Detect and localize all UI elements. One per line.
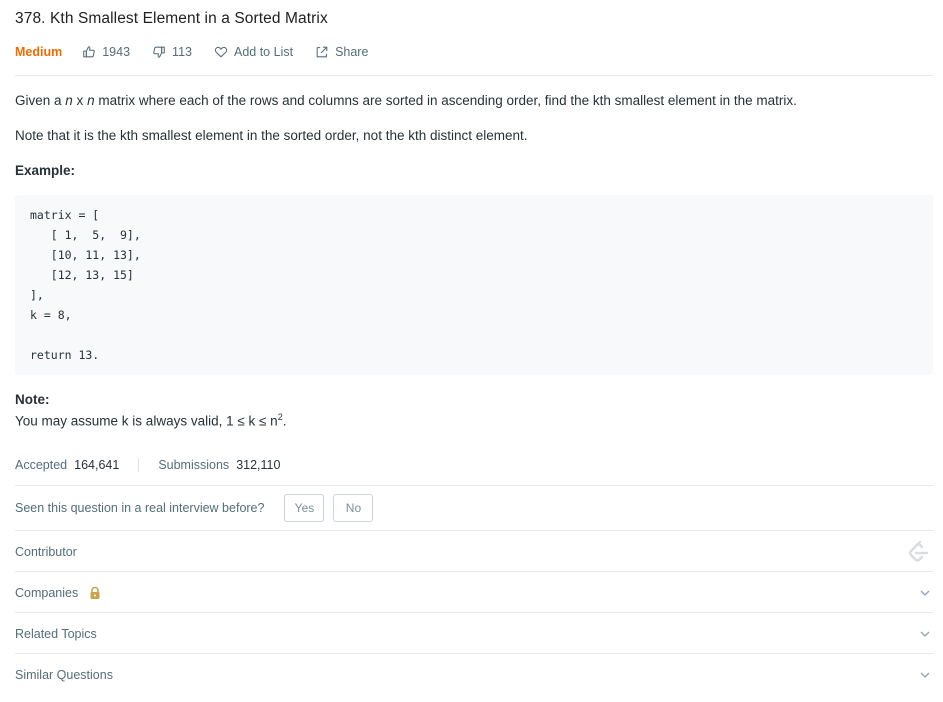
example-code-block: matrix = [ [ 1, 5, 9], [10, 11, 13], [12… <box>15 195 933 375</box>
add-to-list-button[interactable]: Add to List <box>214 45 293 59</box>
example-heading: Example: <box>15 163 76 178</box>
thumbs-up-icon <box>83 46 95 58</box>
companies-expand[interactable] <box>919 573 931 613</box>
similar-questions-expand[interactable] <box>919 655 931 695</box>
accepted-label: Accepted <box>15 458 68 472</box>
interview-yes-button[interactable]: Yes <box>284 494 325 522</box>
companies-section[interactable]: Companies <box>15 573 933 613</box>
leetcode-logo-icon <box>908 540 929 562</box>
divider <box>15 612 933 613</box>
contributor-avatar[interactable] <box>905 532 931 572</box>
share-label: Share <box>335 45 369 59</box>
share-button[interactable]: Share <box>315 45 368 59</box>
dislike-count: 113 <box>172 45 192 59</box>
desc-text: matrix where each of the rows and column… <box>94 93 797 108</box>
accepted-value: 164,641 <box>74 458 120 472</box>
note-heading: Note: <box>15 392 50 407</box>
companies-label: Companies <box>15 586 79 600</box>
divider <box>15 485 933 486</box>
desc-text: Given a <box>15 93 66 108</box>
desc-var-n: n <box>87 93 95 108</box>
similar-questions-label: Similar Questions <box>15 668 113 682</box>
chevron-down-icon <box>920 590 930 596</box>
interview-no-button[interactable]: No <box>333 494 374 522</box>
divider <box>15 571 933 572</box>
example-code: matrix = [ [ 1, 5, 9], [10, 11, 13], [12… <box>30 208 141 362</box>
desc-text: x <box>72 93 88 108</box>
submissions-label: Submissions <box>158 458 230 472</box>
chevron-down-icon <box>920 672 930 678</box>
dislike-button[interactable]: 113 <box>152 45 192 59</box>
related-topics-expand[interactable] <box>919 614 931 654</box>
related-topics-label: Related Topics <box>15 627 97 641</box>
similar-questions-section[interactable]: Similar Questions <box>15 655 933 695</box>
difficulty-badge: Medium <box>15 45 63 59</box>
lock-icon <box>88 586 102 600</box>
note-body: You may assume k is always valid, 1 ≤ k … <box>15 413 278 429</box>
contributor-label: Contributor <box>15 545 77 559</box>
problem-title: 378. Kth Smallest Element in a Sorted Ma… <box>15 10 328 27</box>
divider <box>15 530 933 531</box>
related-topics-section[interactable]: Related Topics <box>15 614 933 654</box>
interview-question-text: Seen this question in a real interview b… <box>15 501 265 515</box>
submission-stats: Accepted 164,641 Submissions 312,110 <box>15 457 280 473</box>
divider <box>15 75 933 76</box>
note-text: You may assume k is always valid, 1 ≤ k … <box>15 412 286 429</box>
like-count: 1943 <box>102 45 131 59</box>
share-icon <box>316 46 328 58</box>
contributor-section[interactable]: Contributor <box>15 532 933 572</box>
problem-meta-bar: Medium 1943 113 Add to List Share <box>15 42 390 62</box>
chevron-down-icon <box>920 631 930 637</box>
submissions-value: 312,110 <box>236 458 281 472</box>
interview-question: Seen this question in a real interview b… <box>15 494 374 522</box>
desc-var-n: n <box>65 93 73 108</box>
stats-separator <box>138 458 140 472</box>
add-to-list-label: Add to List <box>233 45 294 59</box>
description-note-line: Note that it is the kth smallest element… <box>15 128 528 143</box>
thumbs-down-icon <box>153 46 165 58</box>
note-period: . <box>282 413 287 429</box>
like-button[interactable]: 1943 <box>82 45 130 59</box>
divider <box>15 653 933 654</box>
heart-icon <box>214 46 228 58</box>
description-paragraph: Given a n x n matrix where each of the r… <box>15 93 797 108</box>
